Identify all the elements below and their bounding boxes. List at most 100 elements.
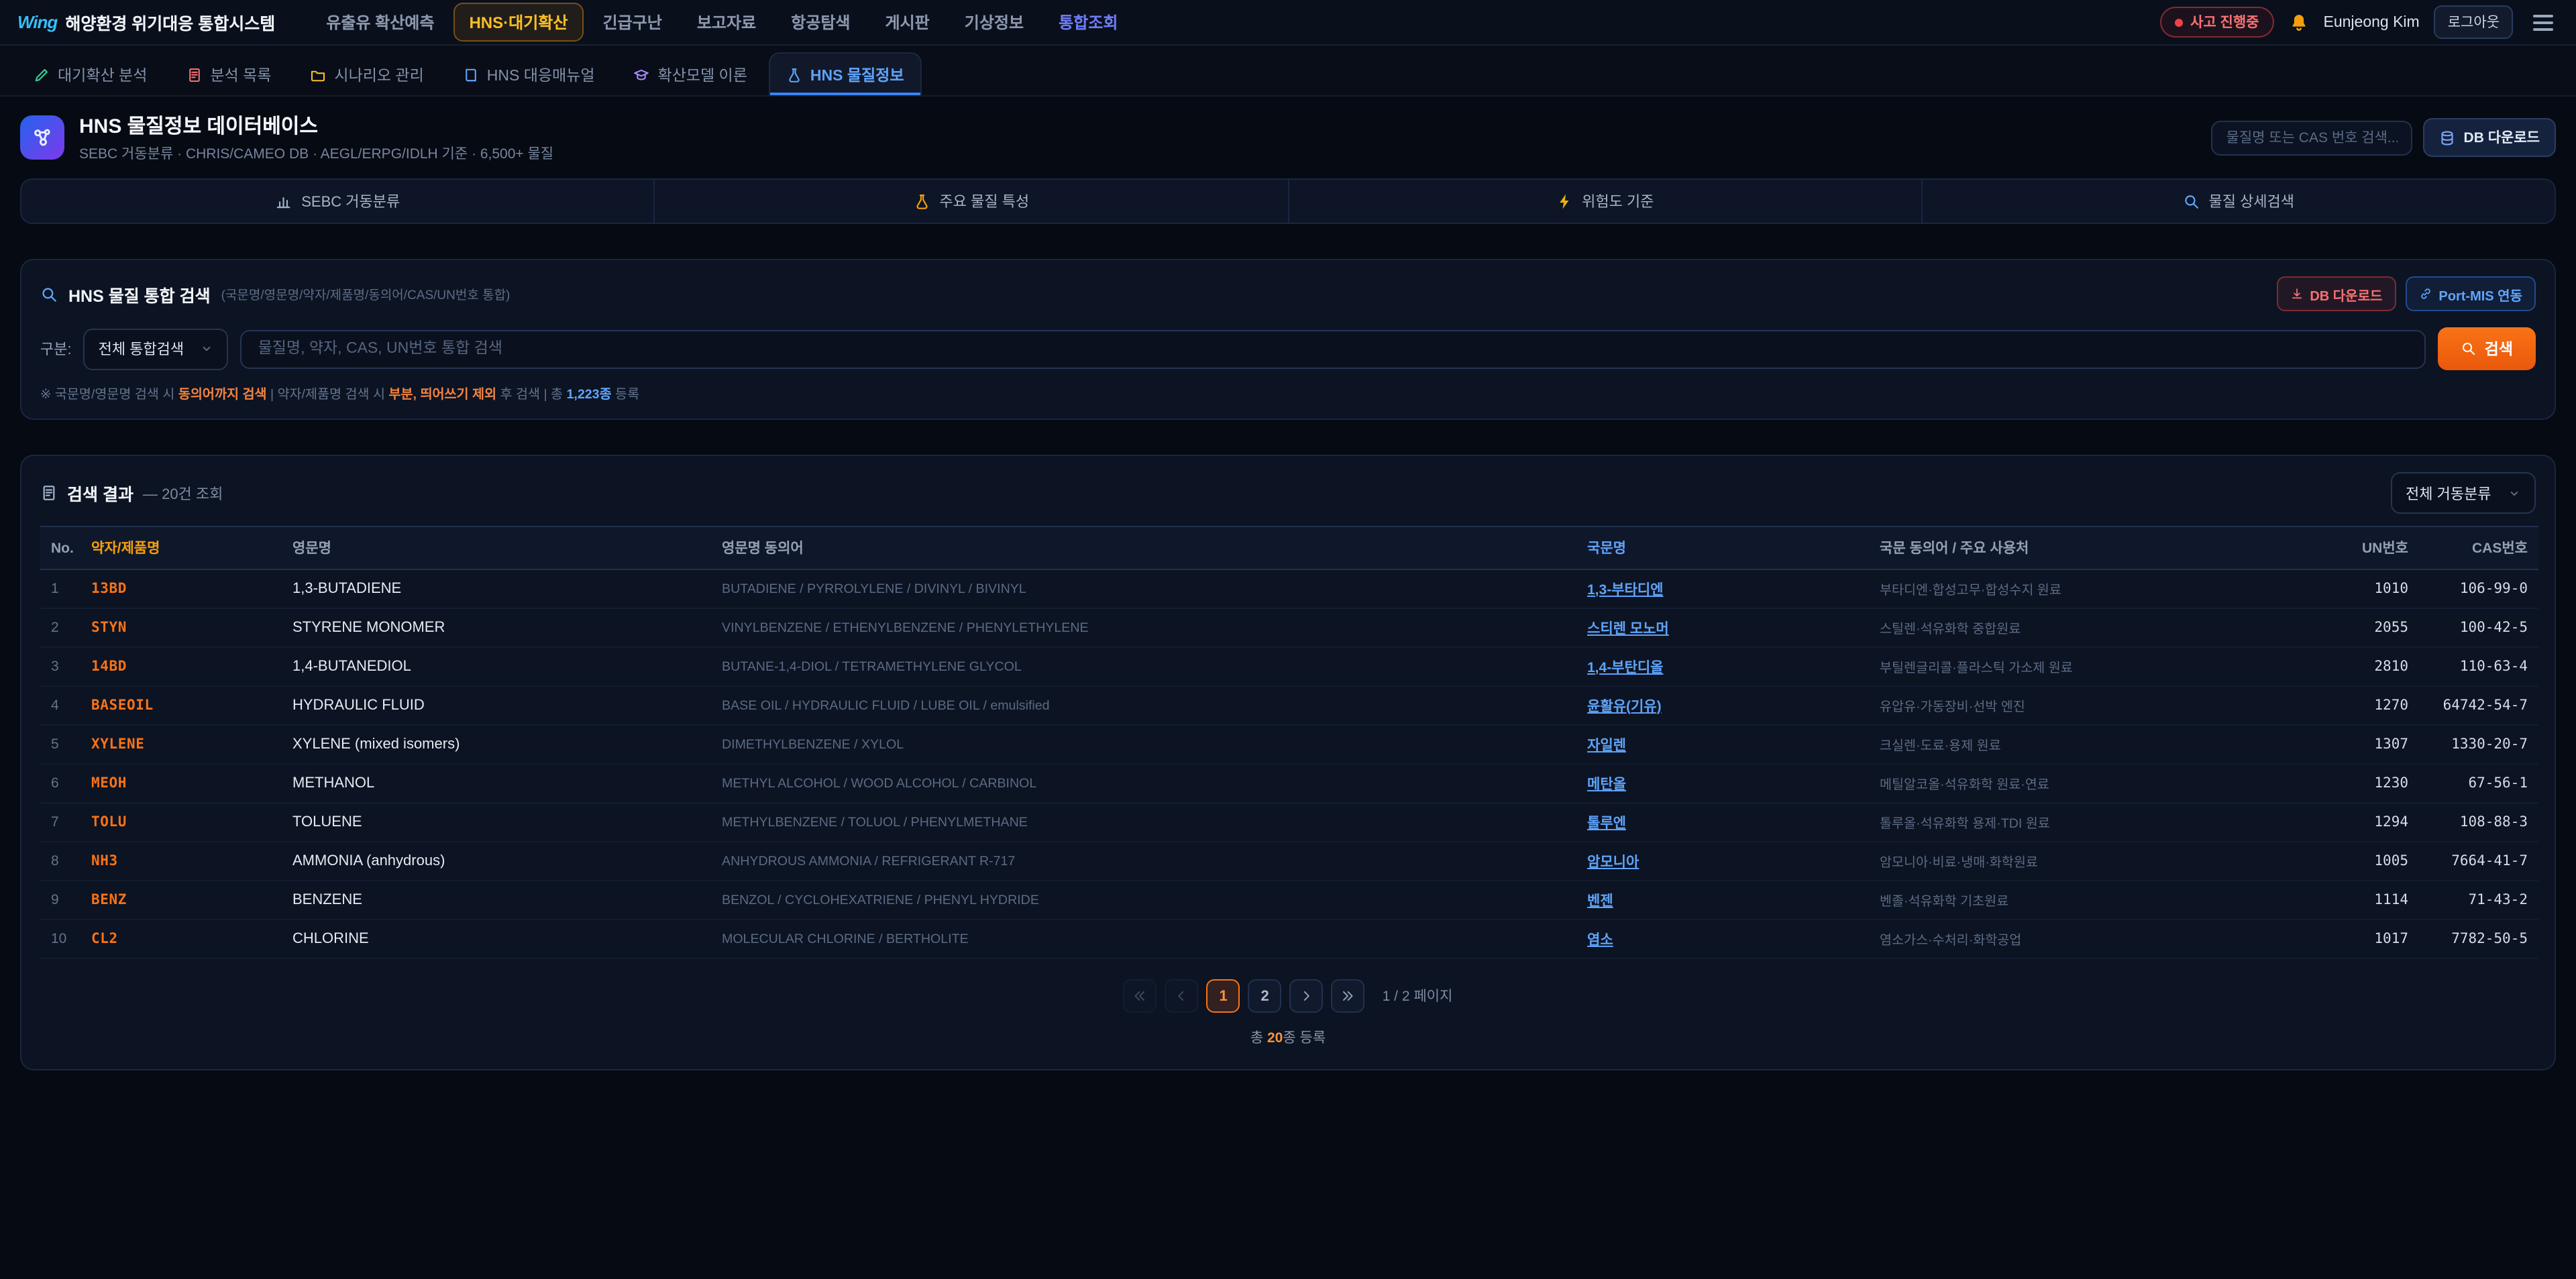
subtab-hns-manual[interactable]: HNS 대응매뉴얼 (445, 52, 612, 95)
cell-num: 100-42-5 (2419, 608, 2538, 647)
search-icon (40, 285, 58, 302)
table-row[interactable]: 113BD1,3-BUTADIENEBUTADIENE / PYRROLYLEN… (40, 569, 2538, 608)
subtab-model-theory[interactable]: 확산모델 이론 (616, 52, 765, 95)
results-header: 검색 결과 — 20건 조회 전체 거동분류 (40, 472, 2536, 514)
nav-rescue[interactable]: 긴급구난 (586, 3, 678, 42)
col-abbr: 약자/제품명 (80, 526, 282, 569)
page-title: HNS 물질정보 데이터베이스 (79, 111, 553, 140)
nav-weather[interactable]: 기상정보 (949, 3, 1040, 42)
page-2-button[interactable]: 2 (1248, 979, 1282, 1013)
feature-detail-search[interactable]: 물질 상세검색 (1923, 180, 2555, 223)
table-row[interactable]: 7TOLUTOLUENEMETHYLBENZENE / TOLUOL / PHE… (40, 803, 2538, 842)
cell-kr: 암모니아 (1576, 842, 1869, 881)
table-row[interactable]: 4BASEOILHYDRAULIC FLUIDBASE OIL / HYDRAU… (40, 686, 2538, 725)
page-prev-button[interactable] (1165, 979, 1199, 1013)
cell-abbr: STYN (80, 608, 282, 647)
cell-num: 110-63-4 (2419, 647, 2538, 686)
substance-link[interactable]: 스티렌 모노머 (1587, 620, 1669, 636)
results-list-icon (40, 484, 58, 502)
table-row[interactable]: 314BD1,4-BUTANEDIOLBUTANE-1,4-DIOL / TET… (40, 647, 2538, 686)
nav-hns-dispersion[interactable]: HNS·대기확산 (453, 3, 584, 42)
app-title: 해양환경 위기대응 통합시스템 (65, 9, 275, 35)
col-kr-name: 국문명 (1576, 526, 1869, 569)
substance-link[interactable]: 메탄올 (1587, 776, 1626, 792)
table-row[interactable]: 10CL2CHLORINEMOLECULAR CHLORINE / BERTHO… (40, 920, 2538, 958)
table-row[interactable]: 9BENZBENZENEBENZOL / CYCLOHEXATRIENE / P… (40, 881, 2538, 920)
results-count: — 20건 조회 (143, 482, 223, 504)
table-row[interactable]: 8NH3AMMONIA (anhydrous)ANHYDROUS AMMONIA… (40, 842, 2538, 881)
cell-abbr: TOLU (80, 803, 282, 842)
nav-integrated-search[interactable]: 통합조회 (1042, 3, 1134, 42)
menu-icon[interactable] (2528, 9, 2559, 36)
col-un-number: UN번호 (2339, 526, 2419, 569)
app-logo[interactable]: Wing 해양환경 위기대응 통합시스템 (17, 9, 275, 35)
subtab-hns-info[interactable]: HNS 물질정보 (769, 52, 922, 95)
page-1-button[interactable]: 1 (1207, 979, 1240, 1013)
cell-en: TOLUENE (282, 803, 711, 842)
feature-properties[interactable]: 주요 물질 특성 (655, 180, 1289, 223)
search-panel: HNS 물질 통합 검색 (국문명/영문명/약자/제품명/동의어/CAS/UN번… (20, 259, 2556, 420)
search-button[interactable]: 검색 (2438, 327, 2536, 370)
results-title: 검색 결과 (67, 480, 133, 506)
cell-syn: DIMETHYLBENZENE / XYLOL (711, 725, 1576, 764)
flask-icon (786, 66, 802, 82)
substance-link[interactable]: 자일렌 (1587, 737, 1626, 753)
cell-kr: 스티렌 모노머 (1576, 608, 1869, 647)
note-segment: | 약자/제품명 검색 시 (267, 388, 389, 402)
search-db-download-button[interactable]: DB 다운로드 (2276, 276, 2396, 311)
cell-krsyn: 벤졸·석유화학 기초원료 (1869, 881, 2339, 920)
note-segment: 1,223종 (567, 388, 612, 402)
nav-reports[interactable]: 보고자료 (681, 3, 772, 42)
feature-sebc[interactable]: SEBC 거동분류 (21, 180, 655, 223)
cell-num: 1294 (2339, 803, 2419, 842)
cell-syn: VINYLBENZENE / ETHENYLBENZENE / PHENYLET… (711, 608, 1576, 647)
cell-num: 1017 (2339, 920, 2419, 958)
cell-no: 4 (40, 686, 80, 725)
subtab-analysis-list[interactable]: 분석 목록 (168, 52, 288, 95)
cell-no: 5 (40, 725, 80, 764)
substance-link[interactable]: 암모니아 (1587, 854, 1639, 870)
cell-no: 8 (40, 842, 80, 881)
substance-link[interactable]: 윤활유(기유) (1587, 698, 1662, 714)
substance-link[interactable]: 1,4-부탄디올 (1587, 659, 1663, 675)
cell-en: METHANOL (282, 764, 711, 803)
table-row[interactable]: 6MEOHMETHANOLMETHYL ALCOHOL / WOOD ALCOH… (40, 764, 2538, 803)
unified-search-input[interactable] (241, 329, 2426, 368)
pagination: 121 / 2 페이지 (40, 979, 2536, 1013)
cell-num: 7782-50-5 (2419, 920, 2538, 958)
page-next-button[interactable] (1290, 979, 1324, 1013)
page-first-button[interactable] (1124, 979, 1157, 1013)
subtab-scenario-label: 시나리오 관리 (334, 64, 423, 85)
nav-board[interactable]: 게시판 (869, 3, 946, 42)
total-suffix: 종 등록 (1283, 1030, 1326, 1046)
cell-krsyn: 부타디엔·합성고무·합성수지 원료 (1869, 569, 2339, 608)
db-download-button[interactable]: DB 다운로드 (2424, 118, 2556, 157)
subtab-scenario[interactable]: 시나리오 관리 (292, 52, 441, 95)
page-header: HNS 물질정보 데이터베이스 SEBC 거동분류 · CHRIS/CAMEO … (0, 97, 2576, 176)
cell-no: 1 (40, 569, 80, 608)
incident-status-badge[interactable]: 사고 진행중 (2159, 7, 2273, 38)
logout-button[interactable]: 로그아웃 (2434, 5, 2513, 39)
page-last-button[interactable] (1332, 979, 1365, 1013)
category-select[interactable]: 전체 통합검색 (84, 328, 229, 370)
behavior-filter-select[interactable]: 전체 거동분류 (2391, 472, 2536, 514)
col-en-synonyms: 영문명 동의어 (711, 526, 1576, 569)
substance-link[interactable]: 1,3-부타디엔 (1587, 581, 1663, 598)
note-segment: 등록 (612, 388, 640, 402)
cell-kr: 메탄올 (1576, 764, 1869, 803)
substance-link[interactable]: 톨루엔 (1587, 815, 1626, 831)
subtab-dispersion-analysis[interactable]: 대기확산 분석 (16, 52, 164, 95)
table-row[interactable]: 2STYNSTYRENE MONOMERVINYLBENZENE / ETHEN… (40, 608, 2538, 647)
cell-no: 3 (40, 647, 80, 686)
substance-link[interactable]: 염소 (1587, 932, 1613, 948)
nav-oil-spill[interactable]: 유출유 확산예측 (310, 3, 450, 42)
substance-link[interactable]: 벤젠 (1587, 893, 1613, 909)
bell-icon[interactable] (2289, 12, 2309, 32)
quick-search-input[interactable] (2212, 120, 2413, 155)
cell-no: 6 (40, 764, 80, 803)
portmis-link-button[interactable]: Port-MIS 연동 (2405, 276, 2536, 311)
nav-aerial-search[interactable]: 항공탐색 (775, 3, 866, 42)
table-row[interactable]: 5XYLENEXYLENE (mixed isomers)DIMETHYLBEN… (40, 725, 2538, 764)
feature-risk[interactable]: 위험도 기준 (1289, 180, 1923, 223)
cell-krsyn: 유압유·가동장비·선박 엔진 (1869, 686, 2339, 725)
